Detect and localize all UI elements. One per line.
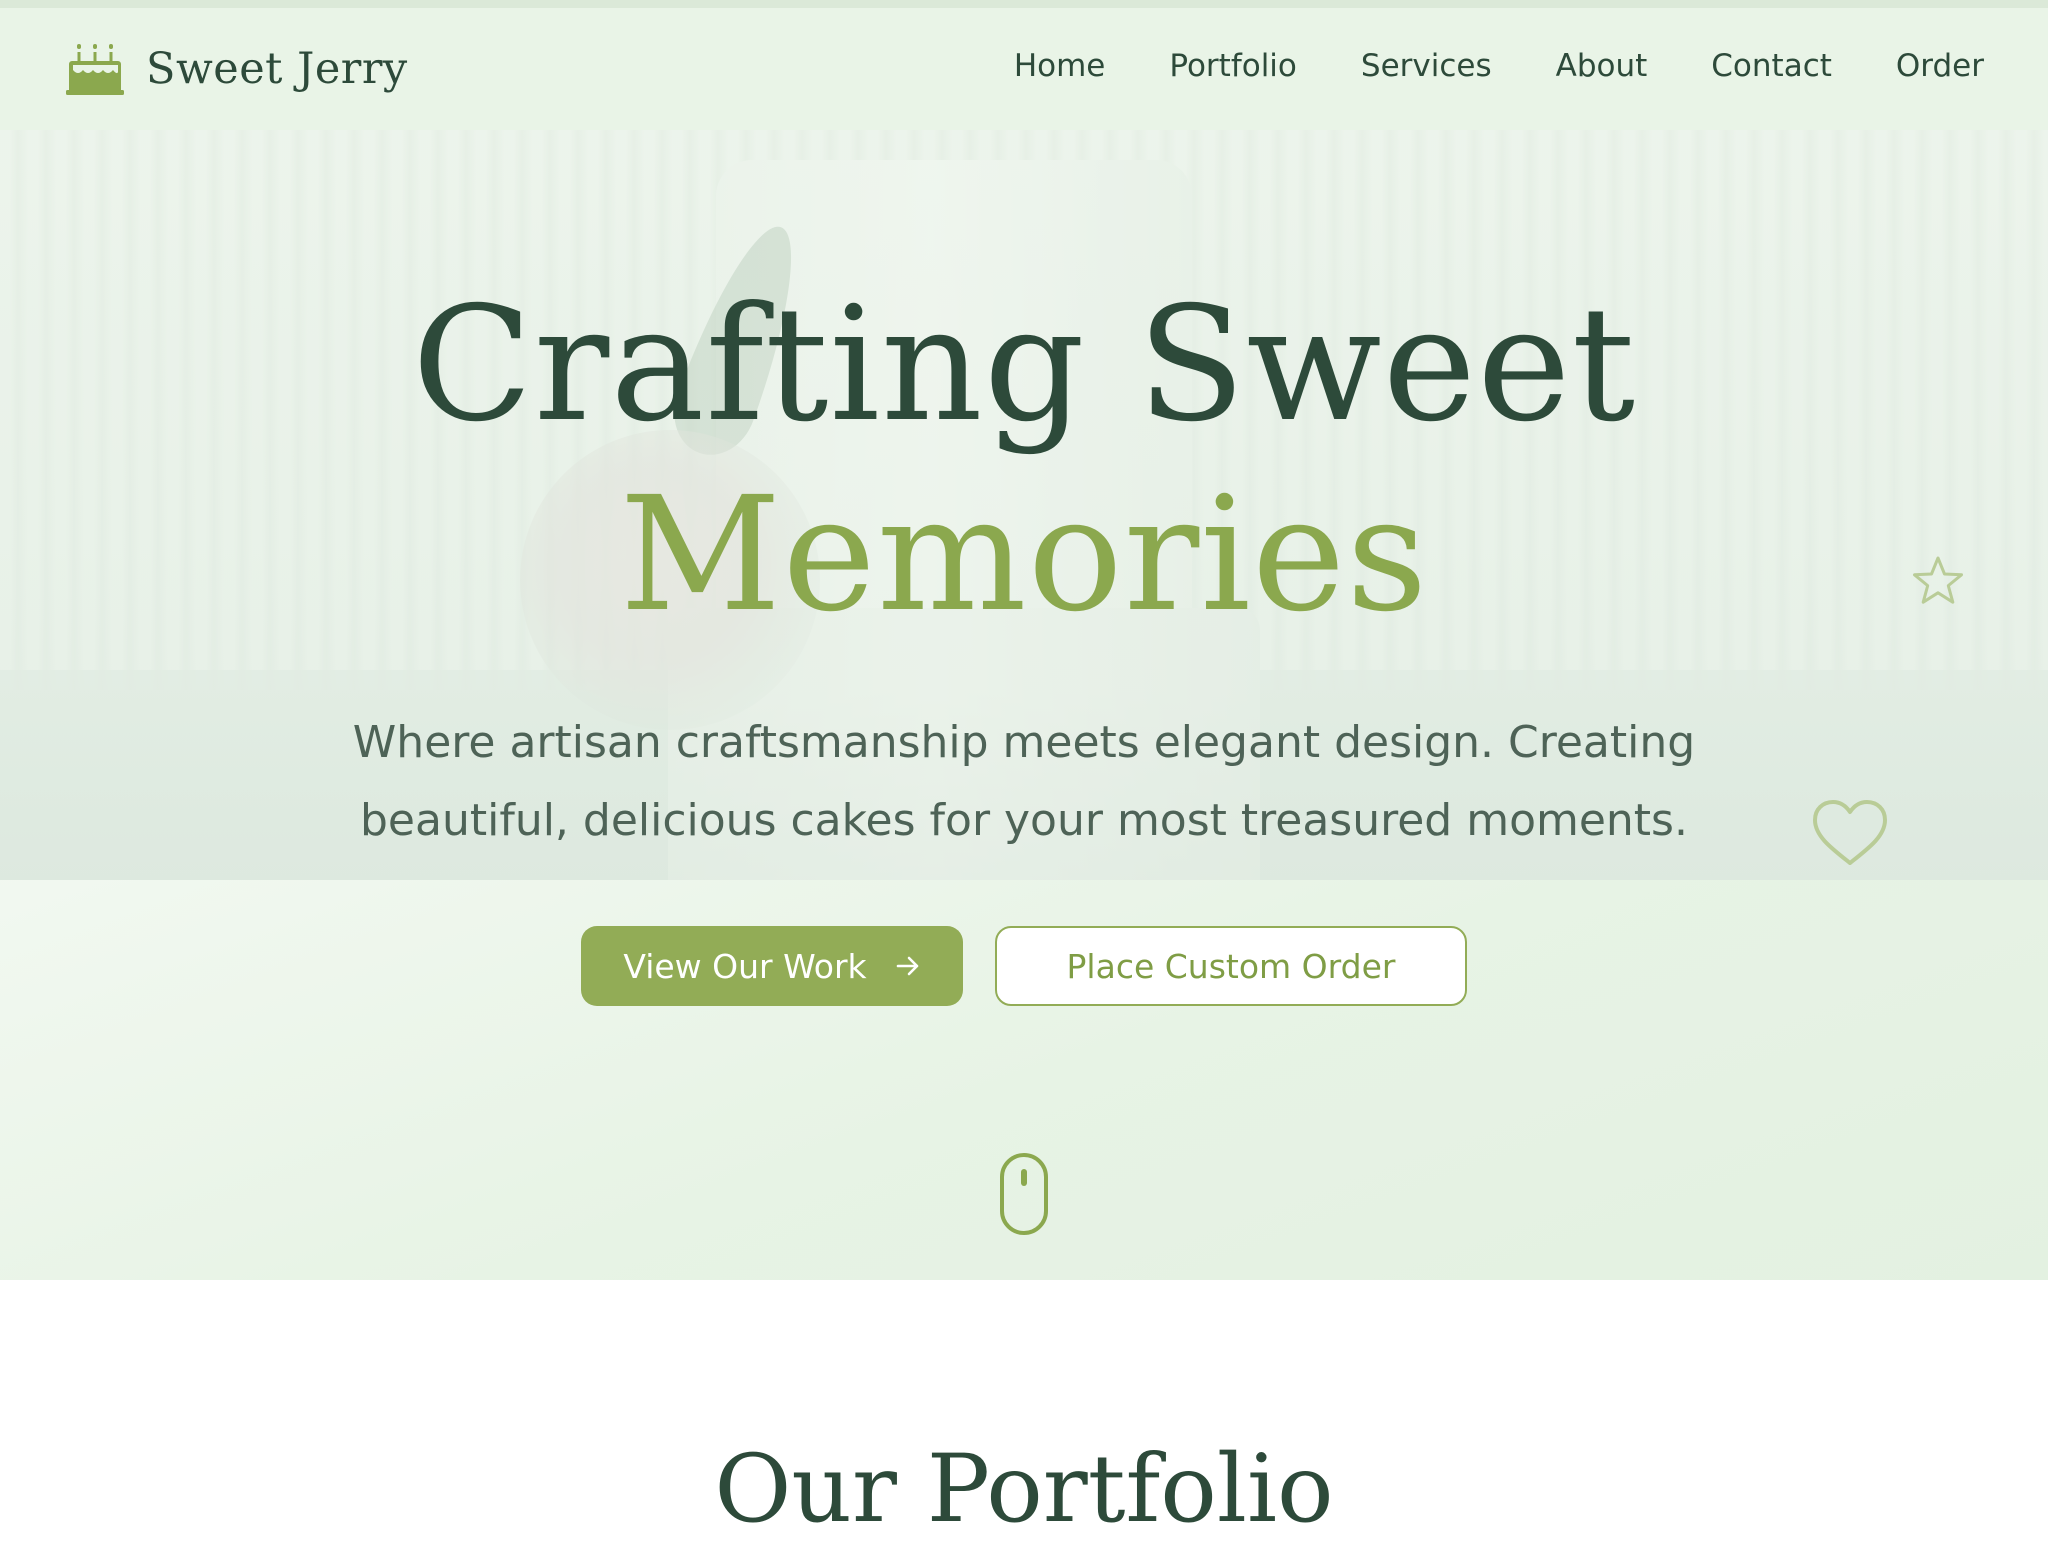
main-nav: Home Portfolio Services About Contact Or…	[1014, 48, 1984, 84]
place-custom-order-label: Place Custom Order	[1066, 946, 1396, 986]
nav-link-about[interactable]: About	[1556, 48, 1648, 84]
hero-title: Crafting Sweet Memories	[0, 270, 2048, 650]
hero-subtitle: Where artisan craftsmanship meets elegan…	[352, 717, 1696, 846]
nav-link-services[interactable]: Services	[1361, 48, 1492, 84]
brand-logo[interactable]: Sweet Jerry	[64, 34, 408, 104]
site-header: Sweet Jerry Home Portfolio Services Abou…	[0, 8, 2048, 130]
star-icon	[1913, 556, 1963, 604]
mouse-icon[interactable]	[999, 1152, 1049, 1236]
nav-link-portfolio[interactable]: Portfolio	[1169, 48, 1297, 84]
view-our-work-label: View Our Work	[623, 946, 867, 986]
hero-title-line2: Memories	[619, 463, 1429, 647]
portfolio-section-title: Our Portfolio	[714, 1435, 1334, 1544]
arrow-right-icon	[896, 956, 918, 976]
heart-icon	[1813, 800, 1887, 865]
nav-link-order[interactable]: Order	[1896, 48, 1984, 84]
brand-name: Sweet Jerry	[146, 44, 408, 94]
nav-link-home[interactable]: Home	[1014, 48, 1106, 84]
cake-icon	[66, 44, 124, 95]
hero-title-line1: Crafting Sweet	[411, 273, 1637, 457]
hero-section: Crafting Sweet Memories Where artisan cr…	[0, 130, 2048, 1280]
view-our-work-button[interactable]: View Our Work	[581, 926, 963, 1006]
nav-link-contact[interactable]: Contact	[1711, 48, 1832, 84]
top-accent-strip	[0, 0, 2048, 8]
place-custom-order-button[interactable]: Place Custom Order	[995, 926, 1467, 1006]
